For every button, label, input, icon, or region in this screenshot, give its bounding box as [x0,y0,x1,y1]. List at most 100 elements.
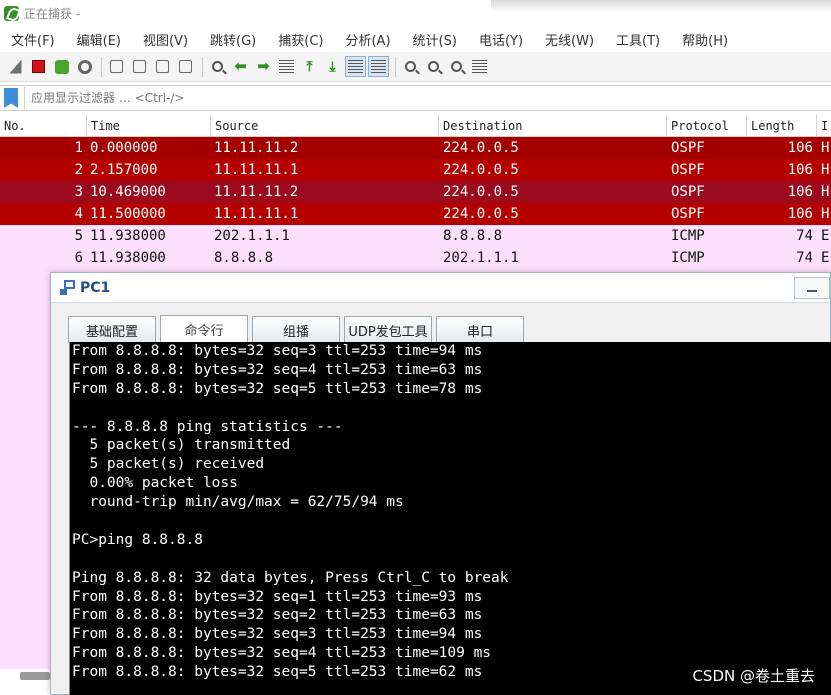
packet-cell-proto: OSPF [671,206,705,222]
packet-row[interactable]: 1 0.000000 11.11.11.2 224.0.0.5 OSPF 106 H [0,137,831,159]
tab-0[interactable]: 基础配置 [68,316,156,343]
menu-item[interactable]: 工具(T) [616,30,660,49]
packet-cell-time: 0.000000 [90,140,158,156]
tab-2[interactable]: 组播 [252,316,340,343]
go-forward-button[interactable]: ➡ [253,56,274,77]
shark-fin-icon [9,59,22,74]
packet-row[interactable]: 3 10.469000 11.11.11.2 224.0.0.5 OSPF 106 H [0,181,831,203]
packet-cell-src: 11.11.11.2 [214,140,299,156]
arrow-right-icon: ➡ [257,57,270,75]
horizontal-scrollbar[interactable] [20,672,50,680]
tab-4[interactable]: 串口 [436,316,524,343]
auto-scroll-button[interactable] [345,56,366,77]
tab-1[interactable]: 命令行 [160,315,248,343]
packet-cell-proto: ICMP [671,228,705,244]
pc1-titlebar: PC1 [51,273,830,303]
packet-cell-proto: OSPF [671,140,705,156]
menu-item[interactable]: 编辑(E) [77,30,121,49]
packet-cell-dst: 224.0.0.5 [443,184,519,200]
menu-item[interactable]: 统计(S) [413,30,457,49]
packet-cell-info: H [821,140,830,156]
packet-row[interactable]: 5 11.938000 202.1.1.1 8.8.8.8 ICMP 74 E [0,225,831,247]
column-header-length[interactable]: Length [747,114,817,137]
stop-capture-button[interactable] [28,56,49,77]
packet-row[interactable]: 6 11.938000 8.8.8.8 202.1.1.1 ICMP 74 E [0,247,831,269]
column-header-time[interactable]: Time [87,114,211,137]
command-line-terminal[interactable]: From 8.8.8.8: bytes=32 seq=3 ttl=253 tim… [69,342,831,695]
menu-item[interactable]: 电话(Y) [479,30,523,49]
minimize-icon [807,289,817,292]
autoscroll-icon [348,60,363,73]
terminal-line: From 8.8.8.8: bytes=32 seq=3 ttl=253 tim… [72,343,483,359]
menu-item[interactable]: 跳转(G) [210,30,256,49]
start-capture-button[interactable] [5,56,26,77]
packet-cell-src: 8.8.8.8 [214,250,274,266]
last-packet-button[interactable]: ⤓ [322,56,343,77]
packet-row[interactable]: 4 11.500000 11.11.11.1 224.0.0.5 OSPF 106 H [0,203,831,225]
zoom-reset-button[interactable] [446,56,467,77]
zoom-out-button[interactable] [423,56,444,77]
bookmark-icon[interactable] [4,88,18,108]
menu-item[interactable]: 文件(F) [11,30,55,49]
packet-cell-proto: OSPF [671,162,705,178]
display-filter-input[interactable] [24,87,831,109]
first-packet-button[interactable]: ⤒ [299,56,320,77]
packet-cell-no: 3 [74,184,83,200]
menu-item[interactable]: 分析(A) [345,30,390,49]
toolbar-separator [395,56,396,77]
open-file-button[interactable] [106,56,127,77]
packet-cell-len: 106 [787,162,813,178]
packet-cell-no: 6 [74,250,83,266]
packet-cell-proto: OSPF [671,184,705,200]
restart-icon [54,59,69,74]
search-icon [212,61,223,72]
terminal-line: From 8.8.8.8: bytes=32 seq=4 ttl=253 tim… [72,645,492,662]
toolbar-separator [101,56,102,77]
close-file-button[interactable] [152,56,173,77]
packet-cell-src: 11.11.11.2 [214,184,299,200]
column-header-source[interactable]: Source [211,114,439,137]
minimize-button[interactable] [794,277,830,299]
packet-rows: 1 0.000000 11.11.11.2 224.0.0.5 OSPF 106 H 2 2.1… [0,137,831,269]
packet-cell-len: 106 [787,206,813,222]
menu-item[interactable]: 视图(V) [143,30,188,49]
tab-3[interactable]: UDP发包工具 [344,316,432,343]
csdn-watermark: CSDN @卷土重去 [692,667,815,685]
packet-cell-time: 11.938000 [90,228,166,244]
pc1-tab-bar: 基础配置 命令行 组播 UDP发包工具 串口 [68,315,528,343]
colorize-button[interactable] [368,56,389,77]
column-header-destination[interactable]: Destination [439,114,667,137]
packet-cell-time: 11.938000 [90,250,166,266]
resize-columns-button[interactable] [469,56,490,77]
go-back-button[interactable]: ⬅ [230,56,251,77]
stop-icon [32,60,45,73]
column-header-no[interactable]: No. [0,114,87,137]
toolbar-separator [202,56,203,77]
packet-cell-time: 10.469000 [90,184,166,200]
reload-file-button[interactable] [175,56,196,77]
pc-icon [60,280,76,295]
packet-cell-dst: 224.0.0.5 [443,140,519,156]
goto-packet-icon [279,60,294,73]
menu-item[interactable]: 无线(W) [545,30,594,49]
go-to-packet-button[interactable] [276,56,297,77]
menu-item[interactable]: 捕获(C) [278,30,323,49]
packet-cell-info: H [821,206,830,222]
terminal-line: 5 packet(s) transmitted [72,437,291,454]
menu-item[interactable]: 帮助(H) [682,30,728,49]
main-toolbar: ⬅ ➡ ⤒ ⤓ [0,52,831,82]
find-packet-button[interactable] [207,56,228,77]
wireshark-titlebar: 正在捕获 - [0,0,831,26]
capture-options-button[interactable] [74,56,95,77]
column-header-protocol[interactable]: Protocol [667,114,747,137]
window-title: 正在捕获 - [24,6,81,21]
save-file-button[interactable] [129,56,150,77]
column-header-info[interactable]: I [817,115,831,137]
zoom-in-icon [405,61,416,72]
zoom-in-button[interactable] [400,56,421,77]
restart-capture-button[interactable] [51,56,72,77]
terminal-line: round-trip min/avg/max = 62/75/94 ms [72,494,404,511]
packet-cell-no: 2 [74,162,83,178]
packet-row[interactable]: 2 2.157000 11.11.11.1 224.0.0.5 OSPF 106 H [0,159,831,181]
